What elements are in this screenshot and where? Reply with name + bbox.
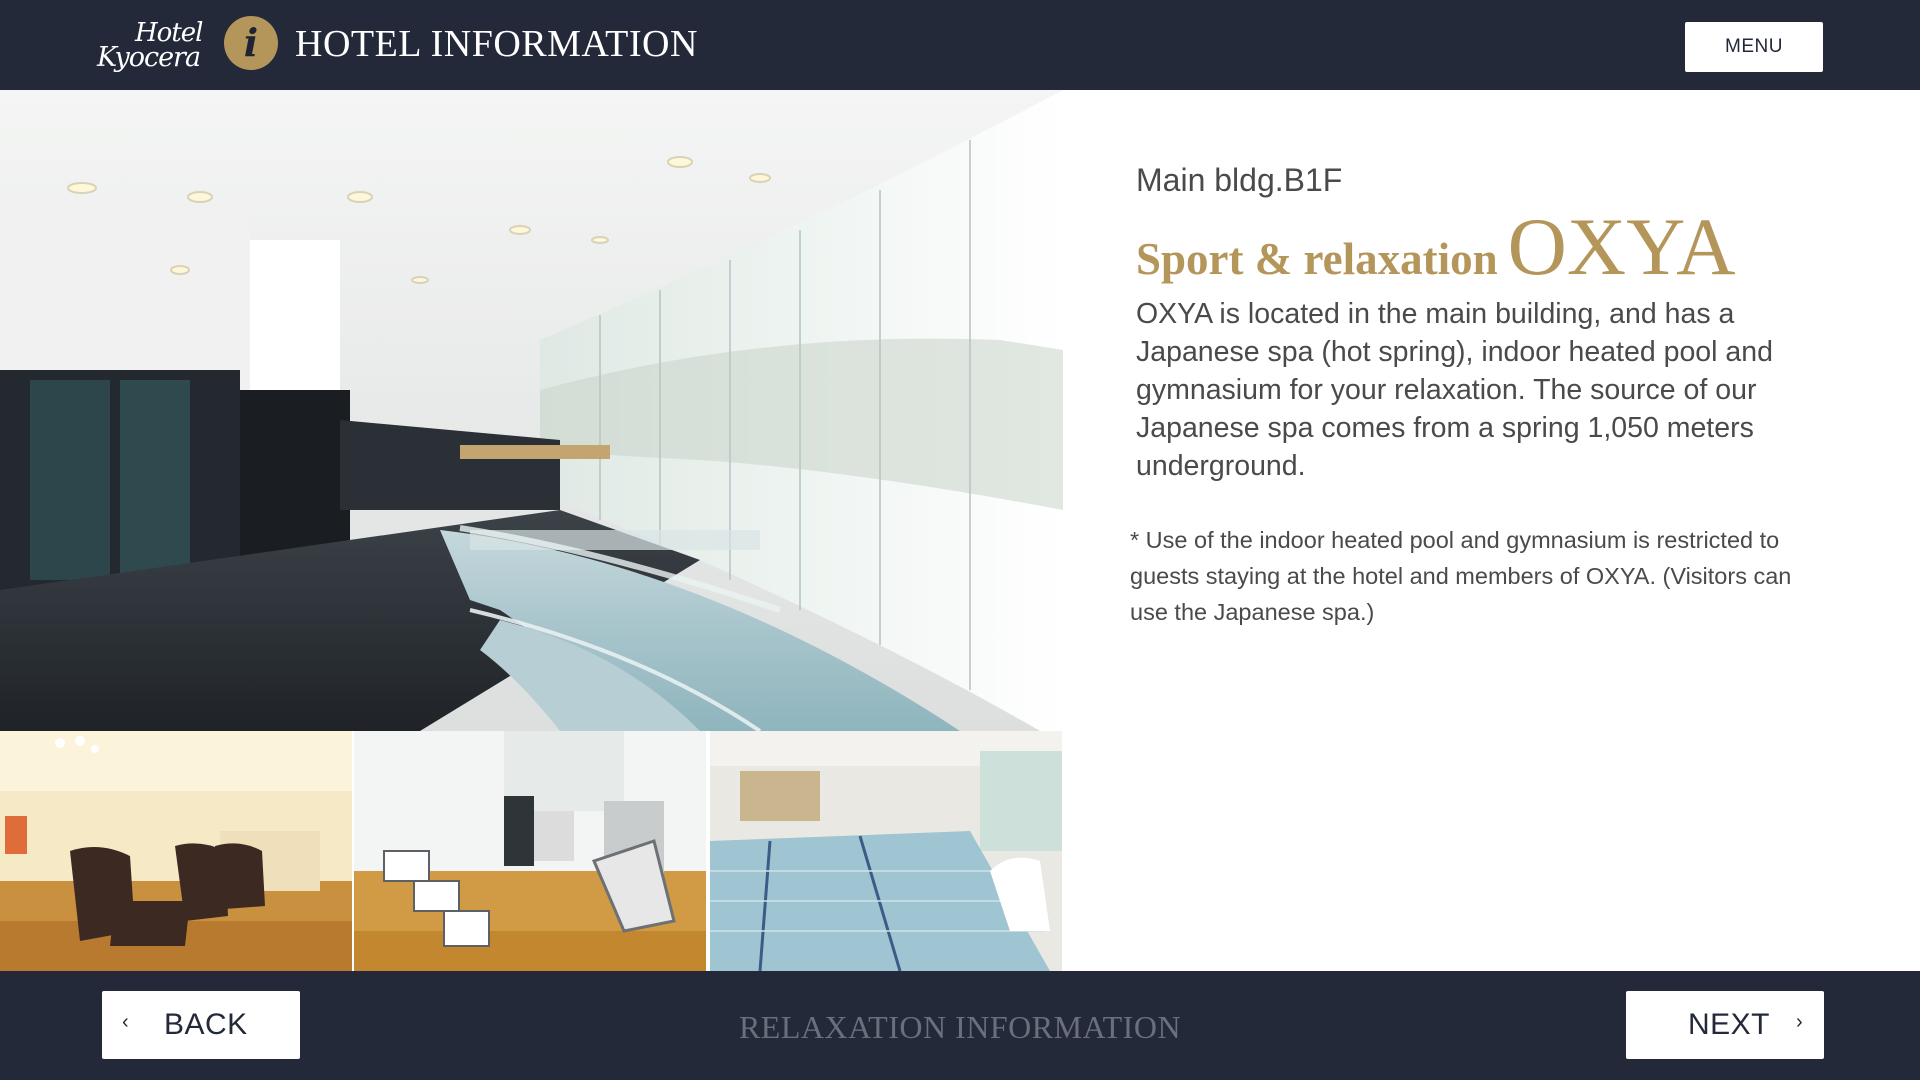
logo-line2: Kyocera [97, 42, 201, 73]
hotel-kyocera-logo: Hotel Kyocera [95, 16, 213, 76]
chevron-right-icon: › [1796, 1011, 1803, 1033]
next-button[interactable]: NEXT › [1626, 991, 1824, 1059]
usage-note: * Use of the indoor heated pool and gymn… [1130, 527, 1792, 625]
footer-bar: ‹ BACK RELAXATION INFORMATION NEXT › [0, 971, 1920, 1080]
page-title: HOTEL INFORMATION [295, 23, 698, 65]
next-label: NEXT [1688, 1008, 1771, 1041]
header-bar: Hotel Kyocera i HOTEL INFORMATION MENU [0, 0, 1920, 90]
relaxation-room-photo [0, 731, 352, 971]
facility-thumbnails [0, 731, 1063, 971]
spa-hero-photo [0, 90, 1063, 731]
menu-button[interactable]: MENU [1685, 22, 1823, 72]
main-content: Main bldg.B1F Sport & relaxation OXYA OX… [0, 90, 1920, 971]
description-text: OXYA is located in the main building, an… [1136, 298, 1773, 482]
location-label: Main bldg.B1F [1136, 162, 1343, 198]
facility-subtitle: Sport & relaxation [1136, 234, 1498, 284]
facility-title: Sport & relaxation OXYA [1136, 200, 1735, 294]
gymnasium-photo [354, 731, 706, 971]
info-icon: i [224, 16, 278, 70]
indoor-pool-photo [710, 731, 1062, 971]
facility-name: OXYA [1507, 201, 1736, 292]
